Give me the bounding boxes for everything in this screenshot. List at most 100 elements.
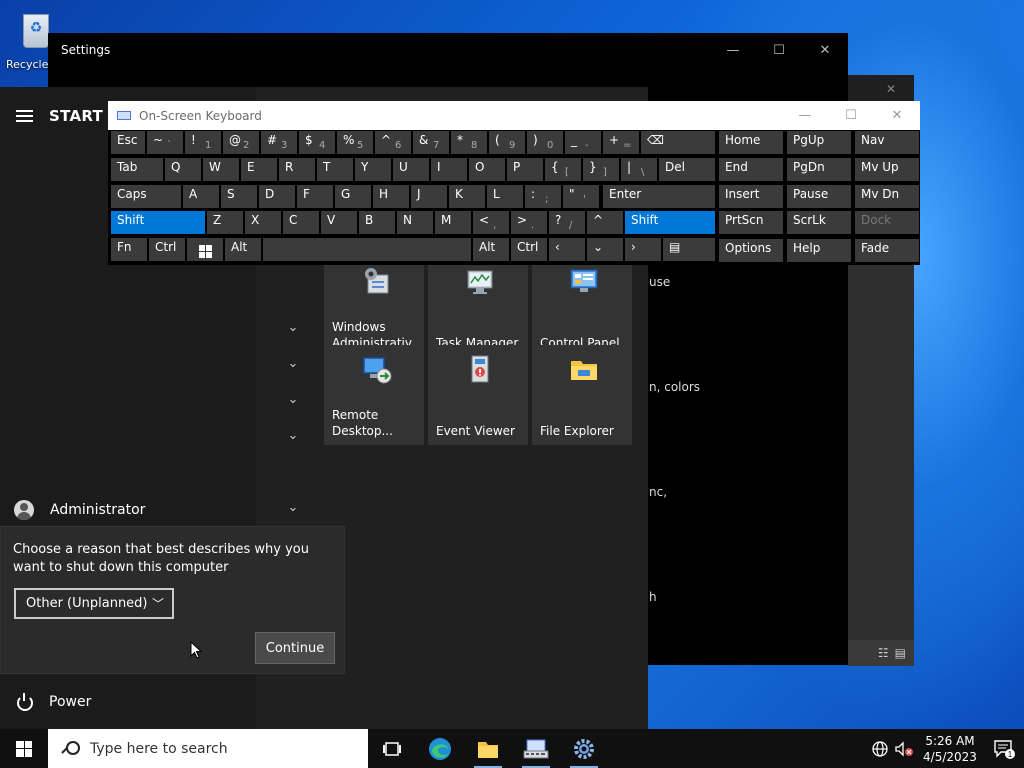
start-button[interactable] xyxy=(0,729,48,768)
close-button[interactable]: ✕ xyxy=(874,101,920,130)
letter-key[interactable]: E xyxy=(240,157,278,182)
osk-key[interactable]: }] xyxy=(582,157,620,182)
letter-key[interactable]: V xyxy=(320,210,358,235)
osk-nav-key[interactable]: Help xyxy=(786,238,852,263)
letter-key[interactable]: W xyxy=(202,157,240,182)
letter-key[interactable]: B xyxy=(358,210,396,235)
arrow-up-key[interactable]: ^ xyxy=(586,210,624,235)
backspace-key[interactable]: ⌫ xyxy=(640,130,716,155)
osk-key[interactable]: (9 xyxy=(488,130,526,155)
detail-view-icon[interactable]: ▤ xyxy=(895,646,906,660)
edge-button[interactable] xyxy=(416,729,464,768)
letter-key[interactable]: R xyxy=(278,157,316,182)
letter-key[interactable]: Z xyxy=(206,210,244,235)
osk-key[interactable]: ^ 6 xyxy=(374,130,412,155)
tile-task-manager[interactable]: Task Manager xyxy=(428,257,528,357)
osk-nav-key[interactable]: Home xyxy=(718,130,784,155)
menu-key[interactable]: ▤ xyxy=(662,237,716,262)
letter-key[interactable]: Y xyxy=(354,157,392,182)
osk-taskbar-button[interactable] xyxy=(512,729,560,768)
letter-key[interactable]: A xyxy=(182,184,220,209)
osk-nav-key[interactable]: Dock xyxy=(854,210,920,235)
hamburger-menu-icon[interactable] xyxy=(16,110,33,122)
user-account-button[interactable]: Administrator xyxy=(14,500,145,520)
chevron-down-icon[interactable]: ⌄ xyxy=(286,393,300,407)
taskbar-search[interactable]: Type here to search xyxy=(48,729,368,768)
osk-key[interactable]: & 7 xyxy=(412,130,450,155)
letter-key[interactable]: G xyxy=(334,184,372,209)
chevron-down-icon[interactable]: ⌄ xyxy=(286,357,300,371)
tile-windows-administrative[interactable]: Windows Administrativ... xyxy=(324,257,424,357)
osk-key[interactable]: ? / xyxy=(548,210,586,235)
list-view-icon[interactable]: ☷ xyxy=(878,646,889,660)
osk-nav-key[interactable]: Options xyxy=(718,238,784,263)
letter-key[interactable]: L xyxy=(486,184,524,209)
tile-remote-desktop[interactable]: Remote Desktop... xyxy=(324,345,424,445)
osk-key[interactable]: + = xyxy=(602,130,640,155)
enter-key[interactable]: Enter xyxy=(602,184,716,209)
task-view-button[interactable] xyxy=(368,729,416,768)
space-key[interactable] xyxy=(262,237,472,262)
letter-key[interactable]: K xyxy=(448,184,486,209)
fn-key[interactable]: Fn xyxy=(110,237,148,262)
letter-key[interactable]: I xyxy=(430,157,468,182)
shutdown-reason-select[interactable]: Other (Unplanned) ﹀ xyxy=(14,588,174,619)
continue-button[interactable]: Continue xyxy=(255,632,335,664)
arrow-left-key[interactable]: ‹ xyxy=(548,237,586,262)
osk-nav-key[interactable]: Nav xyxy=(854,130,920,155)
osk-key[interactable]: {[ xyxy=(544,157,582,182)
minimize-button[interactable]: — xyxy=(782,101,828,130)
osk-nav-key[interactable]: ScrLk xyxy=(786,210,852,235)
letter-key[interactable]: X xyxy=(244,210,282,235)
tab-key[interactable]: Tab xyxy=(110,157,164,182)
letter-key[interactable]: F xyxy=(296,184,334,209)
osk-nav-key[interactable]: PgDn xyxy=(786,157,852,182)
taskbar-clock[interactable]: 5:26 AM 4/5/2023 xyxy=(916,733,984,765)
shift-right-key[interactable]: Shift xyxy=(624,210,716,235)
letter-key[interactable]: O xyxy=(468,157,506,182)
chevron-down-icon[interactable]: ⌄ xyxy=(286,429,300,443)
osk-key[interactable]: " ' xyxy=(562,184,600,209)
osk-key[interactable]: % 5 xyxy=(336,130,374,155)
chevron-down-icon[interactable]: ⌄ xyxy=(286,321,300,335)
ctrl-right-key[interactable]: Ctrl xyxy=(510,237,548,262)
delete-key[interactable]: Del xyxy=(658,157,716,182)
file-explorer-taskbar-button[interactable] xyxy=(464,729,512,768)
action-center-button[interactable]: 1 xyxy=(984,729,1024,768)
osk-key[interactable]: _ - xyxy=(564,130,602,155)
osk-key[interactable]: * 8 xyxy=(450,130,488,155)
minimize-button[interactable]: — xyxy=(710,33,756,67)
osk-key[interactable]: | \ xyxy=(620,157,658,182)
letter-key[interactable]: H xyxy=(372,184,410,209)
settings-taskbar-button[interactable] xyxy=(560,729,608,768)
ctrl-left-key[interactable]: Ctrl xyxy=(148,237,186,262)
caps-lock-key[interactable]: Caps xyxy=(110,184,182,209)
tile-file-explorer[interactable]: File Explorer xyxy=(532,345,632,445)
osk-nav-key[interactable]: Fade xyxy=(854,238,920,263)
letter-key[interactable]: N xyxy=(396,210,434,235)
maximize-button[interactable]: ☐ xyxy=(756,33,802,67)
close-button[interactable]: ✕ xyxy=(802,33,848,67)
osk-nav-key[interactable]: Mv Up xyxy=(854,157,920,182)
osk-nav-key[interactable]: Pause xyxy=(786,184,852,209)
osk-key[interactable]: ~ ` xyxy=(146,130,184,155)
letter-key[interactable]: J xyxy=(410,184,448,209)
close-icon[interactable]: ✕ xyxy=(886,82,896,96)
osk-key[interactable]: ! 1 xyxy=(184,130,222,155)
osk-key[interactable]: >. xyxy=(510,210,548,235)
esc-key[interactable]: Esc xyxy=(110,130,146,155)
tile-control-panel[interactable]: Control Panel xyxy=(532,257,632,357)
letter-key[interactable]: Q xyxy=(164,157,202,182)
osk-key[interactable]: <, xyxy=(472,210,510,235)
letter-key[interactable]: P xyxy=(506,157,544,182)
tile-event-viewer[interactable]: Event Viewer xyxy=(428,345,528,445)
letter-key[interactable]: M xyxy=(434,210,472,235)
maximize-button[interactable]: ☐ xyxy=(828,101,874,130)
chevron-down-icon[interactable]: ⌄ xyxy=(286,501,300,515)
osk-key[interactable]: @2 xyxy=(222,130,260,155)
power-button[interactable]: Power xyxy=(16,693,91,711)
osk-nav-key[interactable]: PrtScn xyxy=(718,210,784,235)
windows-key[interactable] xyxy=(186,237,224,262)
alt-right-key[interactable]: Alt xyxy=(472,237,510,262)
osk-key[interactable]: $4 xyxy=(298,130,336,155)
